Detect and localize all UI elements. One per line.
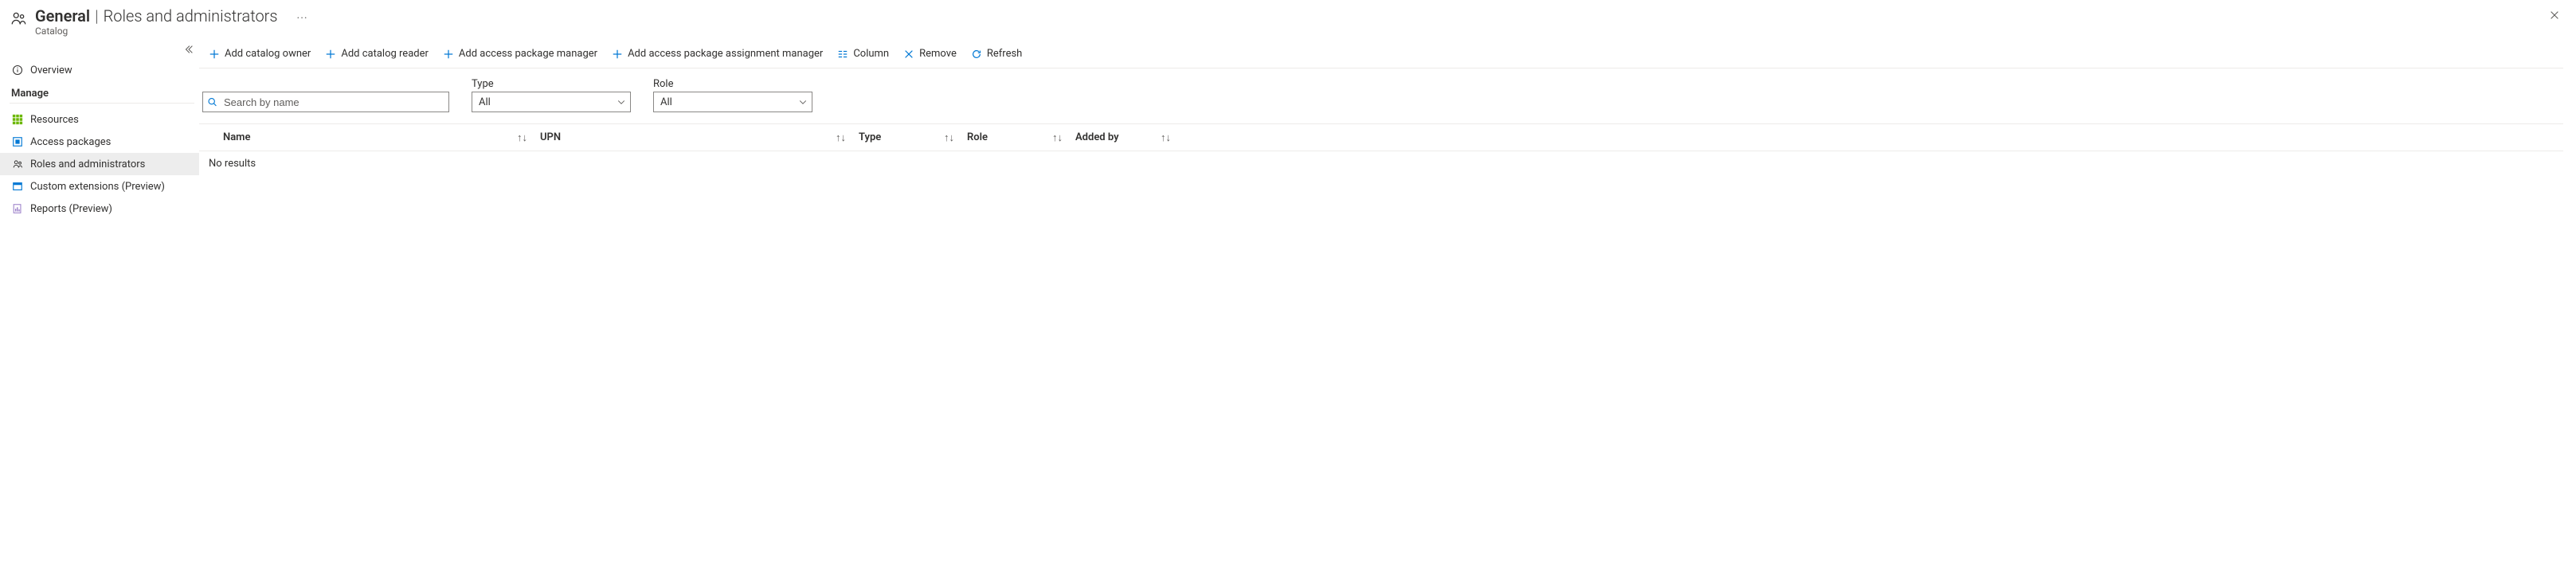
sort-icon[interactable]: ↑↓	[944, 131, 954, 144]
sort-icon[interactable]: ↑↓	[1052, 131, 1063, 144]
sidebar-item-access-packages[interactable]: Access packages	[0, 131, 199, 153]
sidebar-item-label: Reports (Preview)	[30, 203, 191, 215]
remove-button[interactable]: Remove	[902, 46, 958, 61]
grid-icon	[11, 113, 24, 126]
page-title-separator: |	[95, 6, 98, 25]
collapse-sidebar-button[interactable]	[183, 44, 194, 58]
sidebar-item-label: Access packages	[30, 136, 191, 148]
column-header-type[interactable]: Type ↑↓	[852, 131, 961, 144]
plus-icon	[325, 49, 336, 60]
page-header: General | Roles and administrators ··· C…	[0, 0, 199, 43]
report-icon	[11, 202, 24, 215]
search-input[interactable]	[202, 92, 449, 112]
sidebar-item-reports[interactable]: Reports (Preview)	[0, 198, 199, 220]
window-icon	[11, 180, 24, 193]
plus-icon	[612, 49, 623, 60]
sort-icon[interactable]: ↑↓	[836, 131, 846, 144]
button-label: Add catalog owner	[225, 48, 311, 60]
sidebar-item-resources[interactable]: Resources	[0, 108, 199, 131]
role-filter-dropdown[interactable]: All	[653, 92, 812, 112]
x-icon	[903, 49, 914, 60]
sort-icon[interactable]: ↑↓	[517, 131, 527, 144]
role-filter-label: Role	[653, 78, 812, 90]
people-icon	[10, 10, 27, 30]
chevron-down-icon	[617, 97, 626, 107]
sidebar-item-roles-administrators[interactable]: Roles and administrators	[0, 153, 199, 175]
plus-icon	[443, 49, 454, 60]
people-small-icon	[11, 158, 24, 170]
sidebar-item-label: Roles and administrators	[30, 158, 191, 170]
button-label: Column	[853, 48, 889, 60]
column-label: Name	[223, 131, 250, 143]
results-grid: Name ↑↓ UPN ↑↓ Type ↑↓ Role ↑↓ Added by	[199, 123, 2563, 176]
type-filter-label: Type	[472, 78, 631, 90]
page-title-main: General	[35, 6, 90, 25]
sidebar-item-label: Resources	[30, 114, 191, 126]
sidebar-item-label: Custom extensions (Preview)	[30, 181, 191, 193]
plus-icon	[209, 49, 220, 60]
grid-header-row: Name ↑↓ UPN ↑↓ Type ↑↓ Role ↑↓ Added by	[199, 124, 2563, 151]
sidebar-item-label: Overview	[30, 65, 191, 76]
dropdown-value: All	[479, 96, 491, 108]
column-header-name[interactable]: Name ↑↓	[199, 131, 534, 144]
column-header-added-by[interactable]: Added by ↑↓	[1069, 131, 1177, 144]
command-bar: Add catalog owner Add catalog reader Add…	[199, 41, 2563, 68]
grid-empty-message: No results	[199, 151, 2563, 176]
sidebar-item-custom-extensions[interactable]: Custom extensions (Preview)	[0, 175, 199, 198]
button-label: Add access package assignment manager	[628, 48, 823, 60]
button-label: Add access package manager	[459, 48, 597, 60]
add-catalog-reader-button[interactable]: Add catalog reader	[323, 46, 430, 61]
column-label: Type	[859, 131, 881, 143]
button-label: Refresh	[987, 48, 1022, 60]
column-chooser-button[interactable]: Column	[836, 46, 891, 61]
column-label: Role	[967, 131, 988, 143]
columns-icon	[837, 49, 848, 60]
button-label: Add catalog reader	[341, 48, 429, 60]
column-header-upn[interactable]: UPN ↑↓	[534, 131, 852, 144]
button-label: Remove	[919, 48, 957, 60]
sidebar-item-overview[interactable]: Overview	[0, 59, 199, 81]
column-label: Added by	[1075, 131, 1119, 143]
filter-row: Type All Role All	[199, 68, 2563, 120]
package-icon	[11, 135, 24, 148]
close-button[interactable]	[2546, 6, 2563, 27]
dropdown-value: All	[660, 96, 672, 108]
search-icon	[207, 97, 217, 108]
chevron-down-icon	[798, 97, 808, 107]
add-catalog-owner-button[interactable]: Add catalog owner	[207, 46, 312, 61]
sidebar-group-manage: Manage	[10, 84, 194, 104]
column-header-role[interactable]: Role ↑↓	[961, 131, 1069, 144]
sort-icon[interactable]: ↑↓	[1161, 131, 1171, 144]
refresh-icon	[971, 49, 982, 60]
add-access-package-manager-button[interactable]: Add access package manager	[441, 46, 599, 61]
refresh-button[interactable]: Refresh	[969, 46, 1024, 61]
sidebar-nav: Overview Manage Resources	[0, 59, 199, 220]
add-access-package-assignment-manager-button[interactable]: Add access package assignment manager	[610, 46, 824, 61]
column-label: UPN	[540, 131, 561, 143]
info-icon	[11, 64, 24, 76]
type-filter-dropdown[interactable]: All	[472, 92, 631, 112]
